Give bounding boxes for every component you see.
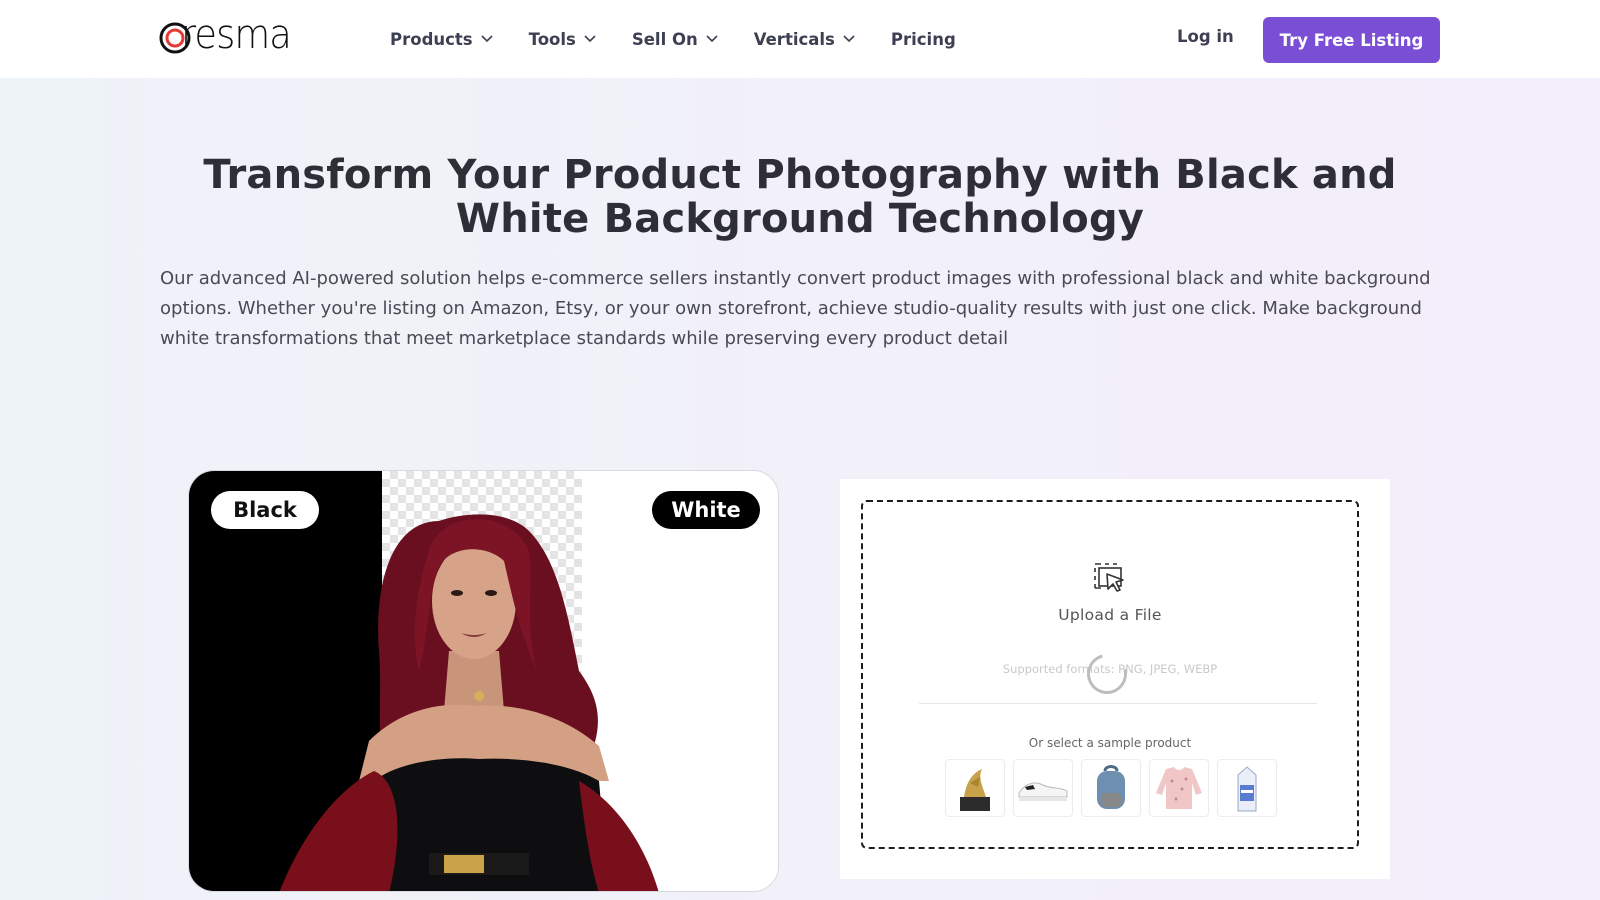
logo-text: resma [181,12,292,58]
trophy-icon [960,769,990,811]
sample-thumb-trophy[interactable] [945,759,1005,817]
milk-carton-icon [1237,766,1257,812]
chevron-down-icon [706,35,718,43]
backpack-icon [1097,765,1125,809]
nav-products[interactable]: Products [390,27,493,51]
nav-pricing[interactable]: Pricing [891,27,956,51]
white-label-pill: White [652,491,760,529]
sample-thumbnails [945,759,1277,817]
chevron-down-icon [843,35,855,43]
login-link[interactable]: Log in [1177,27,1234,46]
hero-title: Transform Your Product Photography with … [203,152,1397,242]
black-label-pill: Black [211,491,319,529]
sample-product-label: Or select a sample product [1028,736,1192,750]
main-nav: Products Tools Sell On Verticals Pricing [390,27,992,51]
sneaker-icon [1018,782,1068,801]
nav-pricing-label: Pricing [890,29,956,49]
black-white-compare-card: Black White [188,470,779,892]
file-dropzone[interactable]: Upload a File Supported formats: PNG, JP… [861,500,1359,849]
nav-verticals[interactable]: Verticals [754,27,855,51]
chevron-down-icon [481,35,493,43]
top-navigation: resma Products Tools Sell On Verticals P… [0,0,1600,78]
upload-title: Upload a File [1058,606,1162,624]
nav-sell-on[interactable]: Sell On [632,27,718,51]
hero-description: Our advanced AI-powered solution helps e… [160,268,1431,349]
upload-card: Upload a File Supported formats: PNG, JP… [840,479,1390,879]
chevron-down-icon [584,35,596,43]
dresma-logo[interactable]: resma [159,12,311,62]
nav-tools-label: Tools [528,29,576,49]
model-photo [279,514,659,891]
try-free-listing-button[interactable]: Try Free Listing [1263,17,1440,63]
loading-spinner-icon [1079,646,1135,702]
sample-thumb-milk[interactable] [1217,759,1277,817]
sample-thumb-sneaker[interactable] [1013,759,1073,817]
nav-tools[interactable]: Tools [529,27,596,51]
divider [919,703,1317,704]
nav-products-label: Products [390,29,473,49]
sweater-icon [1156,767,1202,809]
nav-sell-on-label: Sell On [631,29,698,49]
cursor-click-upload-icon [1094,563,1124,592]
nav-verticals-label: Verticals [753,29,835,49]
sample-thumb-backpack[interactable] [1081,759,1141,817]
sample-thumb-sweater[interactable] [1149,759,1209,817]
